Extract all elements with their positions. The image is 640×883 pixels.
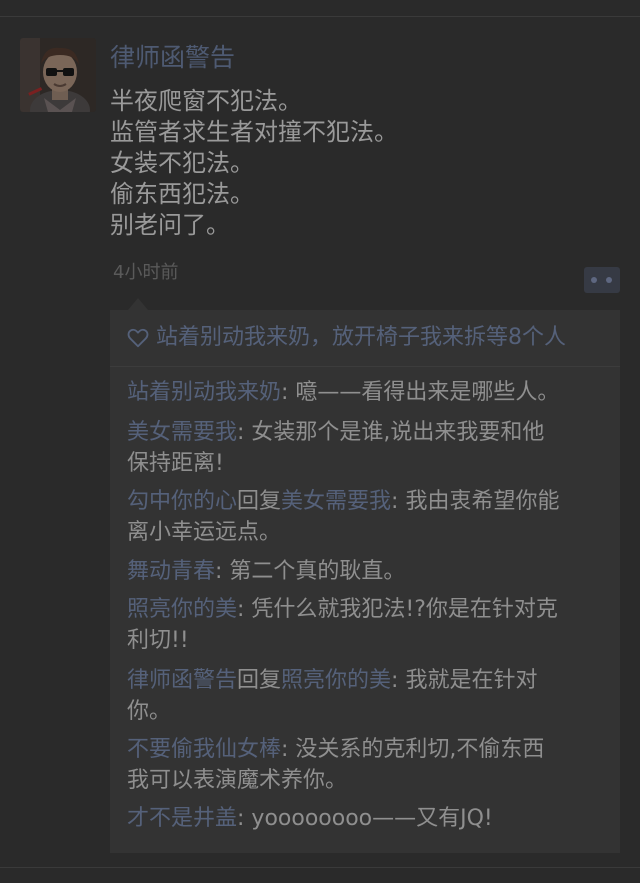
author-name[interactable]: 律师函警告 <box>110 42 235 74</box>
commenter-name[interactable]: 美女需要我 <box>281 489 391 514</box>
comment-item[interactable]: 不要偷我仙女棒: 没关系的克利切,不偷东西我可以表演魔术养你。 <box>127 734 617 796</box>
commenter-name[interactable]: 舞动青春 <box>127 559 215 584</box>
commenter-name[interactable]: 美女需要我 <box>127 420 237 445</box>
likes-names[interactable]: 站着别动我来奶，放开椅子我来拆等8个人 <box>156 324 566 352</box>
post-timestamp: 4小时前 <box>113 262 179 283</box>
comment-text: : yoooooooo——又有JQ! <box>237 806 493 831</box>
comment-item[interactable]: 律师函警告回复照亮你的美: 我就是在针对你。 <box>127 665 617 727</box>
comment-text: 回复 <box>237 489 282 514</box>
post-body: 半夜爬窗不犯法。 监管者求生者对撞不犯法。 女装不犯法。 偷东西犯法。 别老问了… <box>110 86 398 241</box>
comment-line: 离小幸运远点。 <box>127 517 617 548</box>
bottom-divider <box>0 867 640 868</box>
comment-text: : 噫——看得出来是哪些人。 <box>281 380 560 405</box>
post-body-line: 监管者求生者对撞不犯法。 <box>110 118 398 146</box>
comment-line: 保持距离! <box>127 448 617 479</box>
comment-text: 你。 <box>127 699 172 724</box>
comments-panel: 站着别动我来奶，放开椅子我来拆等8个人 站着别动我来奶: 噫——看得出来是哪些人… <box>110 310 620 853</box>
moments-post: 律师函警告 半夜爬窗不犯法。 监管者求生者对撞不犯法。 女装不犯法。 偷东西犯法… <box>0 0 640 883</box>
comment-text: 利切!! <box>127 628 189 653</box>
comment-line: 美女需要我: 女装那个是谁,说出来我要和他 <box>127 417 617 448</box>
heart-outline-icon <box>127 328 149 348</box>
comment-text: 回复 <box>237 668 282 693</box>
comment-text: 离小幸运远点。 <box>127 520 282 545</box>
comment-line: 勾中你的心回复美女需要我: 我由衷希望你能 <box>127 486 617 517</box>
commenter-name[interactable]: 照亮你的美 <box>281 668 391 693</box>
likes-row: 站着别动我来奶，放开椅子我来拆等8个人 <box>110 310 620 367</box>
comment-text: : 女装那个是谁,说出来我要和他 <box>237 420 545 445</box>
comment-item[interactable]: 美女需要我: 女装那个是谁,说出来我要和他 保持距离! <box>127 417 617 479</box>
comment-text: : 凭什么就我犯法!?你是在针对克 <box>237 597 558 622</box>
commenter-name[interactable]: 站着别动我来奶 <box>127 380 281 405</box>
comment-text: : 第二个真的耿直。 <box>215 559 406 584</box>
comment-line: 站着别动我来奶: 噫——看得出来是哪些人。 <box>127 377 617 408</box>
comment-item[interactable]: 勾中你的心回复美女需要我: 我由衷希望你能离小幸运远点。 <box>127 486 617 548</box>
comment-text: : 我由衷希望你能 <box>391 489 560 514</box>
comment-item[interactable]: 才不是井盖: yoooooooo——又有JQ! <box>127 803 617 834</box>
comment-text: : 没关系的克利切,不偷东西 <box>281 737 545 762</box>
avatar-portrait-icon <box>20 38 96 112</box>
post-body-line: 偷东西犯法。 <box>110 180 254 208</box>
comment-line: 律师函警告回复照亮你的美: 我就是在针对 <box>127 665 617 696</box>
comment-line: 舞动青春: 第二个真的耿直。 <box>127 556 617 587</box>
comment-line: 照亮你的美: 凭什么就我犯法!?你是在针对克 <box>127 594 617 625</box>
commenter-name[interactable]: 才不是井盖 <box>127 806 237 831</box>
comment-item[interactable]: 照亮你的美: 凭什么就我犯法!?你是在针对克利切!! <box>127 594 617 656</box>
author-avatar[interactable] <box>20 38 96 112</box>
comment-line: 利切!! <box>127 625 617 656</box>
commenter-name[interactable]: 律师函警告 <box>127 668 237 693</box>
comment-line: 我可以表演魔术养你。 <box>127 765 617 796</box>
commenter-name[interactable]: 勾中你的心 <box>127 489 237 514</box>
comment-line: 不要偷我仙女棒: 没关系的克利切,不偷东西 <box>127 734 617 765</box>
comment-line: 你。 <box>127 696 617 727</box>
commenter-name[interactable]: 照亮你的美 <box>127 597 237 622</box>
comment-text: : 我就是在针对 <box>391 668 538 693</box>
panel-arrow <box>128 298 148 310</box>
comment-line: 才不是井盖: yoooooooo——又有JQ! <box>127 803 617 834</box>
comment-item[interactable]: 舞动青春: 第二个真的耿直。 <box>127 556 617 587</box>
post-body-line: 女装不犯法。 <box>110 149 254 177</box>
post-body-line: 别老问了。 <box>110 211 230 239</box>
comment-text: 保持距离! <box>127 451 224 476</box>
commenter-name[interactable]: 不要偷我仙女棒 <box>127 737 281 762</box>
comment-dots-button[interactable] <box>584 267 620 293</box>
comment-item[interactable]: 站着别动我来奶: 噫——看得出来是哪些人。 <box>127 377 617 408</box>
comment-text: 我可以表演魔术养你。 <box>127 768 348 793</box>
post-body-line: 半夜爬窗不犯法。 <box>110 87 302 115</box>
